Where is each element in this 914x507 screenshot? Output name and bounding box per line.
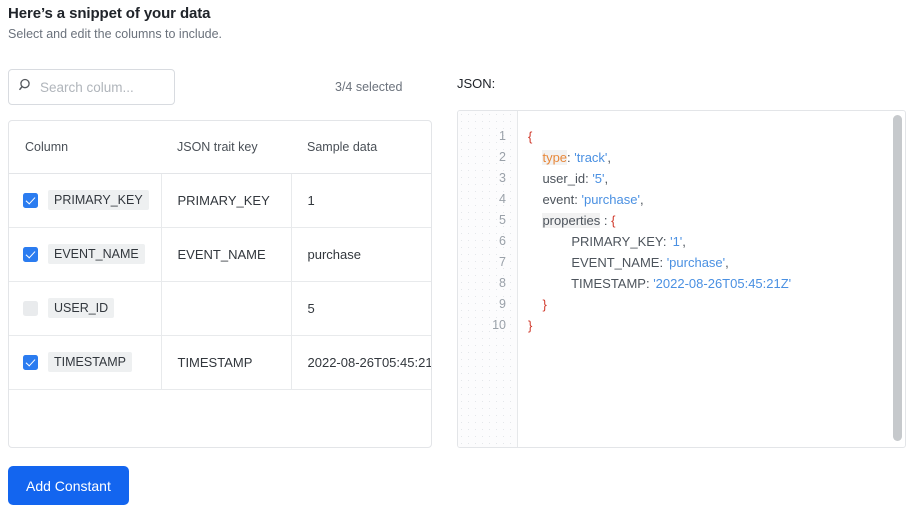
code-line: TIMESTAMP: '2022-08-26T05:45:21Z': [528, 273, 905, 294]
code-token: PRIMARY_KEY:: [528, 234, 671, 249]
code-line: }: [528, 294, 905, 315]
json-preview-panel: 1 2 3 4 5 6 7 8 9 10 { type: 'track', user_id: '5…: [457, 110, 906, 448]
column-name-cell: EVENT_NAME: [23, 244, 160, 264]
column-name-chip[interactable]: TIMESTAMP: [48, 352, 132, 372]
code-line: type: 'track',: [528, 147, 905, 168]
code-line: properties : {: [528, 210, 905, 231]
code-line: PRIMARY_KEY: '1',: [528, 231, 905, 252]
code-scrollbar-thumb[interactable]: [893, 115, 902, 441]
code-token: 'track': [574, 150, 608, 165]
table-body: PRIMARY_KEY PRIMARY_KEY 1 EVENT_NAME EVENT_N…: [9, 173, 431, 390]
columns-table-card: Column JSON trait key Sample data PRIMAR…: [8, 120, 432, 448]
checkbox-checked[interactable]: [23, 246, 38, 262]
code-lines: { type: 'track', user_id: '5', event: 'p…: [528, 126, 905, 336]
code-line-number: 5: [499, 213, 506, 227]
cell-json-trait-key[interactable]: PRIMARY_KEY: [161, 173, 292, 228]
cell-sample-data: purchase: [291, 227, 431, 282]
checkbox-unchecked[interactable]: [23, 300, 38, 316]
code-line-number: 1: [499, 129, 506, 143]
code-token: type: [542, 150, 568, 165]
cell-sample-data: 5: [291, 281, 431, 336]
code-line: }: [528, 315, 905, 336]
column-name-chip[interactable]: EVENT_NAME: [48, 244, 145, 264]
code-token: '2022-08-26T05:45:21Z': [653, 276, 792, 291]
page-subtitle: Select and edit the columns to include.: [8, 27, 223, 41]
code-token: event:: [528, 192, 582, 207]
add-constant-button[interactable]: Add Constant: [8, 466, 129, 505]
cell-column: PRIMARY_KEY: [9, 173, 162, 228]
cell-column: TIMESTAMP: [9, 335, 162, 390]
code-token: :: [600, 213, 612, 228]
code-token: properties: [542, 213, 601, 228]
code-line: user_id: '5',: [528, 168, 905, 189]
code-line: EVENT_NAME: 'purchase',: [528, 252, 905, 273]
columns-table: Column JSON trait key Sample data PRIMAR…: [9, 121, 431, 390]
code-token: TIMESTAMP:: [528, 276, 654, 291]
table-row: EVENT_NAME EVENT_NAME purchase: [9, 227, 431, 282]
code-token: {: [528, 129, 533, 144]
code-token: }: [542, 297, 547, 312]
code-token: {: [611, 213, 616, 228]
code-token: '1': [670, 234, 683, 249]
checkbox-checked[interactable]: [23, 354, 38, 370]
cell-json-trait-key[interactable]: TIMESTAMP: [161, 335, 292, 390]
code-line-number: 6: [499, 234, 506, 248]
column-name-chip[interactable]: USER_ID: [48, 298, 115, 318]
code-line-number: 8: [499, 276, 506, 290]
code-token: 'purchase': [581, 192, 640, 207]
page-title: Here’s a snippet of your data: [8, 5, 211, 22]
code-line-number: 2: [499, 150, 506, 164]
cell-sample-data: 2022-08-26T05:45:21Z: [291, 335, 431, 390]
code-line-number: 4: [499, 192, 506, 206]
cell-sample-data: 1: [291, 173, 431, 228]
code-token: ,: [639, 192, 644, 207]
code-line-number: 10: [492, 318, 506, 332]
selected-count-label: 3/4 selected: [335, 80, 403, 94]
column-header-column: Column: [9, 121, 161, 174]
column-name-cell: PRIMARY_KEY: [23, 190, 160, 210]
cell-column: USER_ID: [9, 281, 162, 336]
table-row: TIMESTAMP TIMESTAMP 2022-08-26T05:45:21Z: [9, 335, 431, 390]
column-name-chip[interactable]: PRIMARY_KEY: [48, 190, 149, 210]
cell-column: EVENT_NAME: [9, 227, 162, 282]
code-line: {: [528, 126, 905, 147]
table-header: Column JSON trait key Sample data: [9, 121, 431, 174]
search-columns-box[interactable]: [8, 69, 175, 105]
code-line-number: 3: [499, 171, 506, 185]
code-token: ,: [725, 255, 729, 270]
code-token: user_id:: [528, 171, 593, 186]
code-token: }: [528, 318, 533, 333]
code-token: EVENT_NAME:: [528, 255, 667, 270]
column-name-cell: USER_ID: [23, 298, 160, 318]
code-line-number-gutter: 1 2 3 4 5 6 7 8 9 10: [458, 111, 518, 447]
code-token: ,: [604, 171, 609, 186]
code-token: ,: [607, 150, 612, 165]
code-token: '5': [592, 171, 605, 186]
code-token: 'purchase': [666, 255, 726, 270]
table-row: PRIMARY_KEY PRIMARY_KEY 1: [9, 173, 431, 228]
code-token: ,: [682, 234, 686, 249]
cell-json-trait-key[interactable]: EVENT_NAME: [161, 227, 292, 282]
column-name-cell: TIMESTAMP: [23, 352, 160, 372]
table-row: USER_ID 5: [9, 281, 431, 336]
code-line: event: 'purchase',: [528, 189, 905, 210]
cell-json-trait-key[interactable]: [161, 281, 292, 336]
data-snippet-screen: Here’s a snippet of your data Select and…: [0, 0, 914, 507]
json-panel-label: JSON:: [457, 76, 496, 91]
search-input[interactable]: [40, 79, 160, 95]
code-content-area[interactable]: { type: 'track', user_id: '5', event: 'p…: [518, 111, 905, 447]
column-header-json-trait-key: JSON trait key: [161, 121, 291, 174]
code-scrollbar[interactable]: [893, 115, 902, 441]
checkbox-checked[interactable]: [23, 192, 38, 208]
table-header-row: Column JSON trait key Sample data: [9, 121, 431, 174]
search-icon: [19, 78, 33, 97]
code-line-number: 7: [499, 255, 506, 269]
code-line-number: 9: [499, 297, 506, 311]
column-header-sample-data: Sample data: [291, 121, 431, 174]
